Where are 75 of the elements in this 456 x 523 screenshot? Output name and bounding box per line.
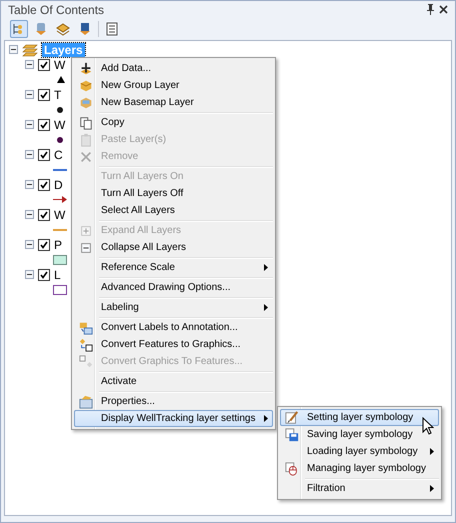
close-icon	[79, 150, 93, 164]
expand-toggle[interactable]	[25, 240, 34, 249]
cube-icon	[79, 78, 93, 92]
layer-name: T	[54, 88, 62, 102]
copy-icon	[79, 116, 93, 130]
minus-icon	[27, 152, 32, 157]
close-button[interactable]	[439, 5, 448, 14]
menu-item[interactable]: Convert Labels to Annotation...	[74, 319, 272, 336]
layer-checkbox[interactable]	[38, 208, 50, 220]
menu-item[interactable]: Managing layer symbology	[280, 460, 439, 477]
layer-name: L	[54, 268, 61, 282]
menu-item[interactable]: Filtration	[280, 480, 439, 497]
mouse-cursor-icon	[422, 417, 434, 436]
minus-box-icon	[79, 240, 93, 254]
menu-item[interactable]: Activate	[74, 373, 272, 390]
expand-toggle[interactable]	[25, 210, 34, 219]
menu-item[interactable]: Reference Scale	[74, 259, 272, 276]
menu-item[interactable]: New Group Layer	[74, 77, 272, 94]
menu-item[interactable]: Loading layer symbology	[280, 443, 439, 460]
minus-icon	[11, 47, 16, 52]
menu-item[interactable]: Setting layer symbology	[280, 409, 439, 426]
menu-item[interactable]: Select All Layers	[74, 202, 272, 219]
expand-toggle[interactable]	[25, 90, 34, 99]
menu-item[interactable]: Add Data...	[74, 60, 272, 77]
layer-checkbox[interactable]	[38, 88, 50, 100]
expand-toggle[interactable]	[25, 60, 34, 69]
layer-checkbox[interactable]	[38, 148, 50, 160]
layer-name: W	[54, 58, 66, 72]
layer-checkbox[interactable]	[38, 268, 50, 280]
menu-item[interactable]: Turn All Layers Off	[74, 185, 272, 202]
menu-item[interactable]: New Basemap Layer	[74, 94, 272, 111]
layer-checkbox[interactable]	[38, 178, 50, 190]
menu-item[interactable]: Display WellTracking layer settings	[74, 410, 272, 427]
minus-icon	[27, 242, 32, 247]
paste-icon	[79, 132, 93, 146]
layers-icon	[22, 42, 38, 56]
layer-name: W	[54, 118, 66, 132]
minus-icon	[27, 122, 32, 127]
menu-item[interactable]: Saving layer symbology	[280, 426, 439, 443]
cube-icon	[79, 96, 93, 110]
layer-name: D	[54, 178, 63, 192]
expand-toggle[interactable]	[9, 45, 18, 54]
annotation-icon	[79, 320, 93, 334]
mouse-icon	[285, 462, 299, 476]
menu-item[interactable]: Advanced Drawing Options...	[74, 279, 272, 296]
minus-icon	[27, 212, 32, 217]
save-icon	[285, 428, 299, 442]
brush-icon	[285, 410, 299, 424]
layer-checkbox[interactable]	[38, 58, 50, 70]
layer-checkbox[interactable]	[38, 118, 50, 130]
convert-icon	[79, 338, 93, 352]
menu-item[interactable]: Properties...	[74, 393, 272, 410]
layer-name: C	[54, 148, 63, 162]
expand-toggle[interactable]	[25, 270, 34, 279]
minus-icon	[27, 92, 32, 97]
layer-name: W	[54, 208, 66, 222]
minus-icon	[27, 182, 32, 187]
convert-icon	[79, 354, 93, 368]
expand-toggle[interactable]	[25, 150, 34, 159]
expand-toggle[interactable]	[25, 120, 34, 129]
add-data-icon	[79, 62, 93, 76]
pin-button[interactable]	[426, 4, 435, 15]
menu-item[interactable]: Convert Features to Graphics...	[74, 336, 272, 353]
menu-item[interactable]: Collapse All Layers	[74, 239, 272, 256]
expand-toggle[interactable]	[25, 180, 34, 189]
plus-box-icon	[79, 224, 93, 238]
layer-checkbox[interactable]	[38, 238, 50, 250]
list-tree-icon[interactable]	[10, 20, 28, 38]
minus-icon	[27, 272, 32, 277]
minus-icon	[27, 62, 32, 67]
properties-icon	[79, 394, 93, 408]
menu-item[interactable]: Copy	[74, 114, 272, 131]
panel-title: Table Of Contents	[8, 2, 106, 16]
menu-item[interactable]: Labeling	[74, 299, 272, 316]
layer-name: P	[54, 238, 62, 252]
